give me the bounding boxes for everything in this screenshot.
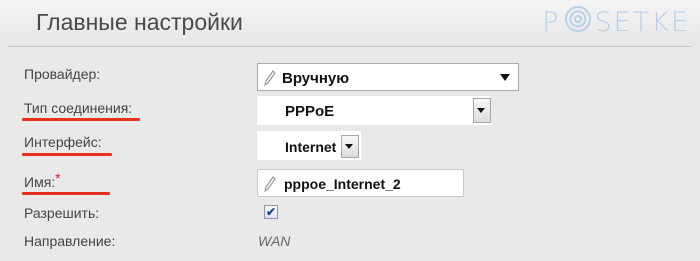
interface-select[interactable]: Internet — [257, 131, 361, 160]
required-mark: * — [55, 170, 61, 186]
dropdown-button[interactable] — [341, 135, 359, 158]
name-label-row: Имя:* — [24, 170, 61, 190]
site-logo: P SETKE — [542, 5, 690, 38]
name-value: pppoe_Internet_2 — [284, 176, 401, 192]
pencil-icon — [264, 176, 276, 193]
interface-value: Internet — [285, 139, 337, 155]
interface-label: Интерфейс: — [24, 134, 102, 150]
chevron-down-icon — [477, 108, 485, 113]
dropdown-button[interactable] — [473, 98, 491, 123]
checkmark-icon: ✔ — [266, 205, 277, 219]
panel-header: Главные настройки P SETKE — [0, 0, 700, 46]
header-divider — [8, 46, 692, 47]
connection-type-value: PPPoE — [285, 103, 335, 120]
chevron-down-icon — [345, 144, 353, 149]
allow-label: Разрешить: — [24, 205, 100, 221]
name-input[interactable]: pppoe_Internet_2 — [257, 169, 464, 197]
pencil-icon — [264, 70, 276, 87]
label-highlight-underline — [22, 192, 110, 195]
name-label: Имя: — [24, 174, 56, 190]
connection-type-select[interactable]: PPPoE — [257, 96, 491, 125]
connection-type-label: Тип соединения: — [24, 100, 133, 116]
chevron-down-icon — [500, 74, 510, 81]
wifi-ring-icon — [563, 5, 593, 40]
provider-select[interactable]: Вручную — [257, 63, 519, 91]
label-highlight-underline — [22, 153, 112, 156]
settings-panel: Главные настройки P SETKE Провайдер: Вру… — [0, 0, 700, 261]
provider-label: Провайдер: — [24, 66, 101, 82]
allow-checkbox[interactable]: ✔ — [264, 205, 278, 219]
direction-value: WAN — [258, 233, 291, 249]
provider-value: Вручную — [282, 70, 350, 87]
label-highlight-underline — [22, 118, 140, 121]
direction-label: Направление: — [24, 233, 116, 249]
page-title: Главные настройки — [36, 9, 243, 35]
